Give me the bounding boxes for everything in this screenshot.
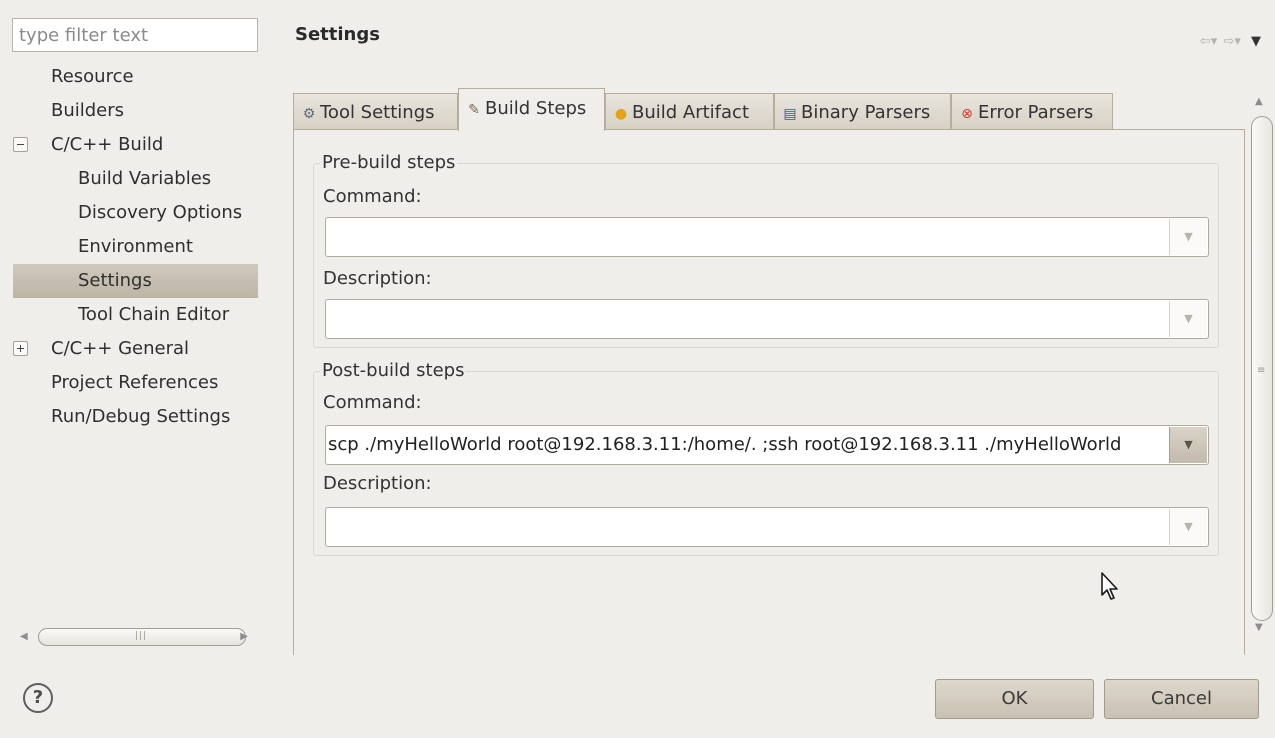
grip-icon: ≡ xyxy=(1257,365,1266,376)
ok-button[interactable]: OK xyxy=(935,679,1094,719)
tab-label: Build Steps xyxy=(485,98,587,119)
tree-item-run-debug-settings[interactable]: Run/Debug Settings xyxy=(13,400,258,434)
collapse-icon[interactable] xyxy=(13,137,28,152)
pre-build-command-combo[interactable]: ▼ xyxy=(325,217,1209,257)
tree-item-label: Discovery Options xyxy=(78,202,243,223)
error-parsers-icon: ⊗ xyxy=(961,106,973,122)
forward-icon[interactable]: ⇨▾ xyxy=(1223,34,1240,49)
tab-label: Tool Settings xyxy=(320,102,435,123)
post-build-group: Post-build steps Command: scp ./myHelloW… xyxy=(313,360,1219,556)
tab-build-artifact[interactable]: ● Build Artifact xyxy=(605,93,774,130)
preference-navigation-pane: Resource Builders C/C++ Build Build Vari… xyxy=(0,0,270,655)
tab-binary-parsers[interactable]: ▤ Binary Parsers xyxy=(774,93,951,130)
tree-item-environment[interactable]: Environment xyxy=(13,230,258,264)
filter-input[interactable] xyxy=(12,18,258,52)
tree-item-label: Builders xyxy=(51,100,125,121)
scroll-up-icon[interactable]: ▲ xyxy=(1255,96,1263,107)
binary-parsers-icon: ▤ xyxy=(783,106,797,122)
expand-icon[interactable] xyxy=(13,341,28,356)
description-label: Description: xyxy=(323,268,432,289)
post-build-command-combo[interactable]: scp ./myHelloWorld root@192.168.3.11:/ho… xyxy=(325,425,1209,465)
mouse-cursor-icon xyxy=(1101,572,1118,600)
group-title: Pre-build steps xyxy=(320,152,458,173)
page-title: Settings xyxy=(295,24,380,45)
build-artifact-icon: ● xyxy=(614,106,628,122)
tree-item-discovery-options[interactable]: Discovery Options xyxy=(13,196,258,230)
tree-item-resource[interactable]: Resource xyxy=(13,60,258,94)
tool-settings-icon: ⚙ xyxy=(302,106,316,122)
tree-item-build-variables[interactable]: Build Variables xyxy=(13,162,258,196)
post-build-description-combo[interactable]: ▼ xyxy=(325,507,1209,547)
description-field[interactable] xyxy=(328,508,1166,546)
tree-item-label: Resource xyxy=(51,66,134,87)
settings-page: Settings ⇦▾ ⇨▾ ▼ ⚙ Tool Settings ✎ Build S… xyxy=(273,0,1275,655)
tree-item-builders[interactable]: Builders xyxy=(13,94,258,128)
horizontal-scrollbar[interactable]: ◀ ||| ▶ xyxy=(18,627,250,647)
dropdown-icon[interactable]: ▼ xyxy=(1169,301,1207,337)
tree-item-cpp-build[interactable]: C/C++ Build xyxy=(13,128,258,162)
tree-item-project-references[interactable]: Project References xyxy=(13,366,258,400)
help-icon[interactable]: ? xyxy=(23,683,53,713)
build-steps-icon: ✎ xyxy=(468,102,480,118)
tree-item-label: C/C++ Build xyxy=(51,134,164,155)
tab-label: Binary Parsers xyxy=(801,102,931,123)
dropdown-icon[interactable]: ▼ xyxy=(1169,509,1207,545)
tab-label: Build Artifact xyxy=(632,102,749,123)
scroll-right-icon[interactable]: ▶ xyxy=(240,630,248,644)
view-menu-icon[interactable]: ▼ xyxy=(1251,34,1261,49)
command-label: Command: xyxy=(323,392,422,413)
tree-item-label: Build Variables xyxy=(78,168,212,189)
scroll-left-icon[interactable]: ◀ xyxy=(20,630,28,644)
history-navigation: ⇦▾ ⇨▾ ▼ xyxy=(1198,34,1261,49)
tab-bar: ⚙ Tool Settings ✎ Build Steps ● Build Artif… xyxy=(293,88,1233,131)
tree-item-label: C/C++ General xyxy=(51,338,190,359)
tree-item-label: Settings xyxy=(78,270,152,291)
tab-tool-settings[interactable]: ⚙ Tool Settings xyxy=(293,93,458,130)
scroll-down-icon[interactable]: ▼ xyxy=(1255,622,1263,633)
tree-item-tool-chain-editor[interactable]: Tool Chain Editor xyxy=(13,298,258,332)
tree-item-settings[interactable]: Settings xyxy=(13,264,258,298)
tree-item-label: Tool Chain Editor xyxy=(78,304,230,325)
tab-error-parsers[interactable]: ⊗ Error Parsers xyxy=(951,93,1113,130)
tree-item-label: Run/Debug Settings xyxy=(51,406,231,427)
description-label: Description: xyxy=(323,473,432,494)
dropdown-icon[interactable]: ▼ xyxy=(1169,427,1207,463)
command-label: Command: xyxy=(323,186,422,207)
tree-item-label: Environment xyxy=(78,236,193,257)
tree-item-cpp-general[interactable]: C/C++ General xyxy=(13,332,258,366)
command-field[interactable] xyxy=(328,218,1166,256)
scrollbar-thumb[interactable]: ||| xyxy=(38,628,246,646)
command-field[interactable]: scp ./myHelloWorld root@192.168.3.11:/ho… xyxy=(328,426,1166,464)
tab-label: Error Parsers xyxy=(978,102,1094,123)
vertical-scrollbar[interactable]: ▲ ≡ ▼ xyxy=(1251,92,1275,637)
scrollbar-thumb[interactable]: ≡ xyxy=(1251,116,1273,621)
dropdown-icon[interactable]: ▼ xyxy=(1169,219,1207,255)
group-title: Post-build steps xyxy=(320,360,467,381)
cancel-button[interactable]: Cancel xyxy=(1104,679,1259,719)
dialog-button-bar: ? OK Cancel xyxy=(0,655,1275,738)
pre-build-group: Pre-build steps Command: ▼ Description: … xyxy=(313,152,1219,348)
tree-item-label: Project References xyxy=(51,372,219,393)
tab-build-steps[interactable]: ✎ Build Steps xyxy=(458,88,605,131)
pre-build-description-combo[interactable]: ▼ xyxy=(325,299,1209,339)
description-field[interactable] xyxy=(328,300,1166,338)
back-icon[interactable]: ⇦▾ xyxy=(1200,34,1217,49)
grip-icon: ||| xyxy=(135,631,148,641)
